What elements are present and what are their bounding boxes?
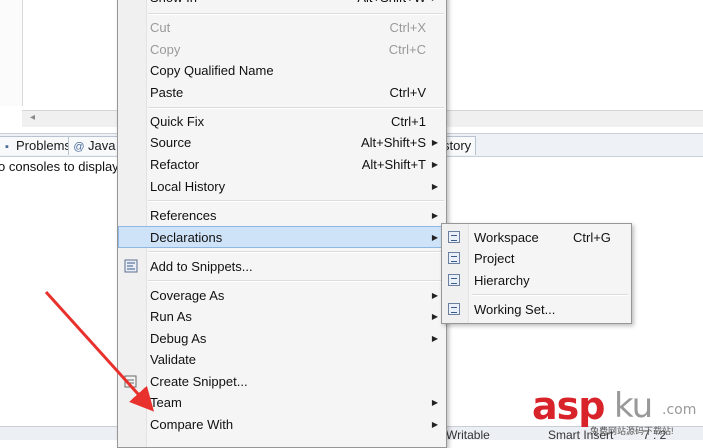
- javadoc-icon: @: [73, 141, 85, 153]
- status-writable: Writable: [446, 428, 490, 442]
- tab-javadoc[interactable]: @ Java: [68, 136, 121, 155]
- search-scope-icon: [448, 252, 460, 264]
- submenu-item-hierarchy[interactable]: Hierarchy: [442, 270, 631, 291]
- search-scope-icon: [448, 231, 460, 243]
- submenu-arrow-icon: ▶: [431, 420, 438, 429]
- menu-item-validate[interactable]: Validate: [118, 349, 446, 370]
- submenu-item-project[interactable]: Project: [442, 248, 631, 269]
- submenu-arrow-icon: ▶: [431, 312, 438, 321]
- menu-item-paste[interactable]: Paste Ctrl+V: [118, 82, 446, 103]
- menu-item-refactor[interactable]: Refactor Alt+Shift+T ▶: [118, 154, 446, 175]
- submenu-arrow-icon: ▶: [431, 291, 438, 300]
- submenu-arrow-icon: ▶: [431, 182, 438, 191]
- menu-item-add-to-snippets[interactable]: Add to Snippets...: [118, 256, 446, 277]
- console-empty-message: o consoles to display: [0, 159, 119, 174]
- menu-item-team[interactable]: Team ▶: [118, 392, 446, 413]
- menu-separator: [148, 251, 444, 253]
- submenu-item-working-set[interactable]: Working Set...: [442, 299, 631, 320]
- menu-item-copy-qualified-name[interactable]: Copy Qualified Name: [118, 60, 446, 81]
- scroll-left-icon[interactable]: ◂: [30, 112, 35, 123]
- editor-ruler: [0, 0, 23, 106]
- search-scope-icon: [448, 274, 460, 286]
- menu-item-debug-as[interactable]: Debug As ▶: [118, 328, 446, 349]
- search-scope-icon: [448, 303, 460, 315]
- menu-item-create-snippet[interactable]: Create Snippet...: [118, 371, 446, 392]
- menu-separator: [148, 200, 444, 202]
- menu-item-coverage-as[interactable]: Coverage As ▶: [118, 285, 446, 306]
- problems-icon: ▪: [5, 141, 9, 153]
- submenu-arrow-icon: ▶: [432, 0, 438, 8]
- submenu-arrow-icon: ▶: [431, 138, 438, 147]
- snippet-create-icon: [124, 375, 137, 388]
- menu-item-references[interactable]: References ▶: [118, 205, 446, 226]
- submenu-arrow-icon: ▶: [431, 211, 438, 220]
- menu-item-compare-with[interactable]: Compare With ▶: [118, 414, 446, 435]
- menu-separator: [472, 294, 628, 296]
- menu-item-declarations[interactable]: Declarations ▶: [118, 226, 446, 248]
- menu-item-cut[interactable]: Cut Ctrl+X: [118, 17, 446, 38]
- submenu-arrow-icon: ▶: [431, 233, 438, 242]
- context-menu: Show In Alt+Shift+W ▶ Cut Ctrl+X Copy Ct…: [117, 0, 447, 448]
- submenu-arrow-icon: ▶: [431, 398, 438, 407]
- tab-problems[interactable]: ▪ Problems: [0, 136, 76, 155]
- submenu-arrow-icon: ▶: [431, 334, 438, 343]
- menu-item-show-in[interactable]: Show In Alt+Shift+W ▶: [118, 0, 446, 8]
- menu-item-quick-fix[interactable]: Quick Fix Ctrl+1: [118, 111, 446, 132]
- menu-item-copy[interactable]: Copy Ctrl+C: [118, 39, 446, 60]
- menu-item-local-history[interactable]: Local History ▶: [118, 176, 446, 197]
- menu-separator: [148, 107, 444, 109]
- watermark-logo: asp ku .com 免费网站源码下载站!: [532, 384, 697, 436]
- submenu-item-workspace[interactable]: Workspace Ctrl+G: [442, 227, 631, 248]
- menu-separator: [148, 280, 444, 282]
- declarations-submenu: Workspace Ctrl+G Project Hierarchy Worki…: [441, 223, 632, 324]
- snippets-icon: [124, 259, 138, 273]
- menu-separator: [148, 13, 444, 15]
- menu-item-run-as[interactable]: Run As ▶: [118, 306, 446, 327]
- submenu-arrow-icon: ▶: [431, 160, 438, 169]
- menu-item-source[interactable]: Source Alt+Shift+S ▶: [118, 132, 446, 153]
